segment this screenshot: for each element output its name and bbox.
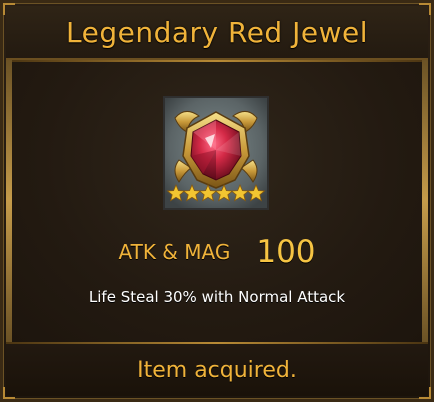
item-title: Legendary Red Jewel xyxy=(66,15,368,49)
stat-row: ATK & MAG 100 xyxy=(0,232,434,272)
item-acquired-dialog[interactable]: Legendary Red Jewel ATK & MAG 100 Life S… xyxy=(0,0,434,402)
item-icon-slot[interactable] xyxy=(163,96,269,210)
footer-bar[interactable]: Item acquired. xyxy=(6,344,428,396)
title-bar: Legendary Red Jewel xyxy=(6,6,428,60)
stat-value: 100 xyxy=(256,234,316,270)
acquired-message: Item acquired. xyxy=(137,357,297,383)
item-description: Life Steal 30% with Normal Attack xyxy=(88,288,346,306)
red-jewel-icon xyxy=(165,98,267,208)
stat-label: ATK & MAG xyxy=(118,240,231,264)
